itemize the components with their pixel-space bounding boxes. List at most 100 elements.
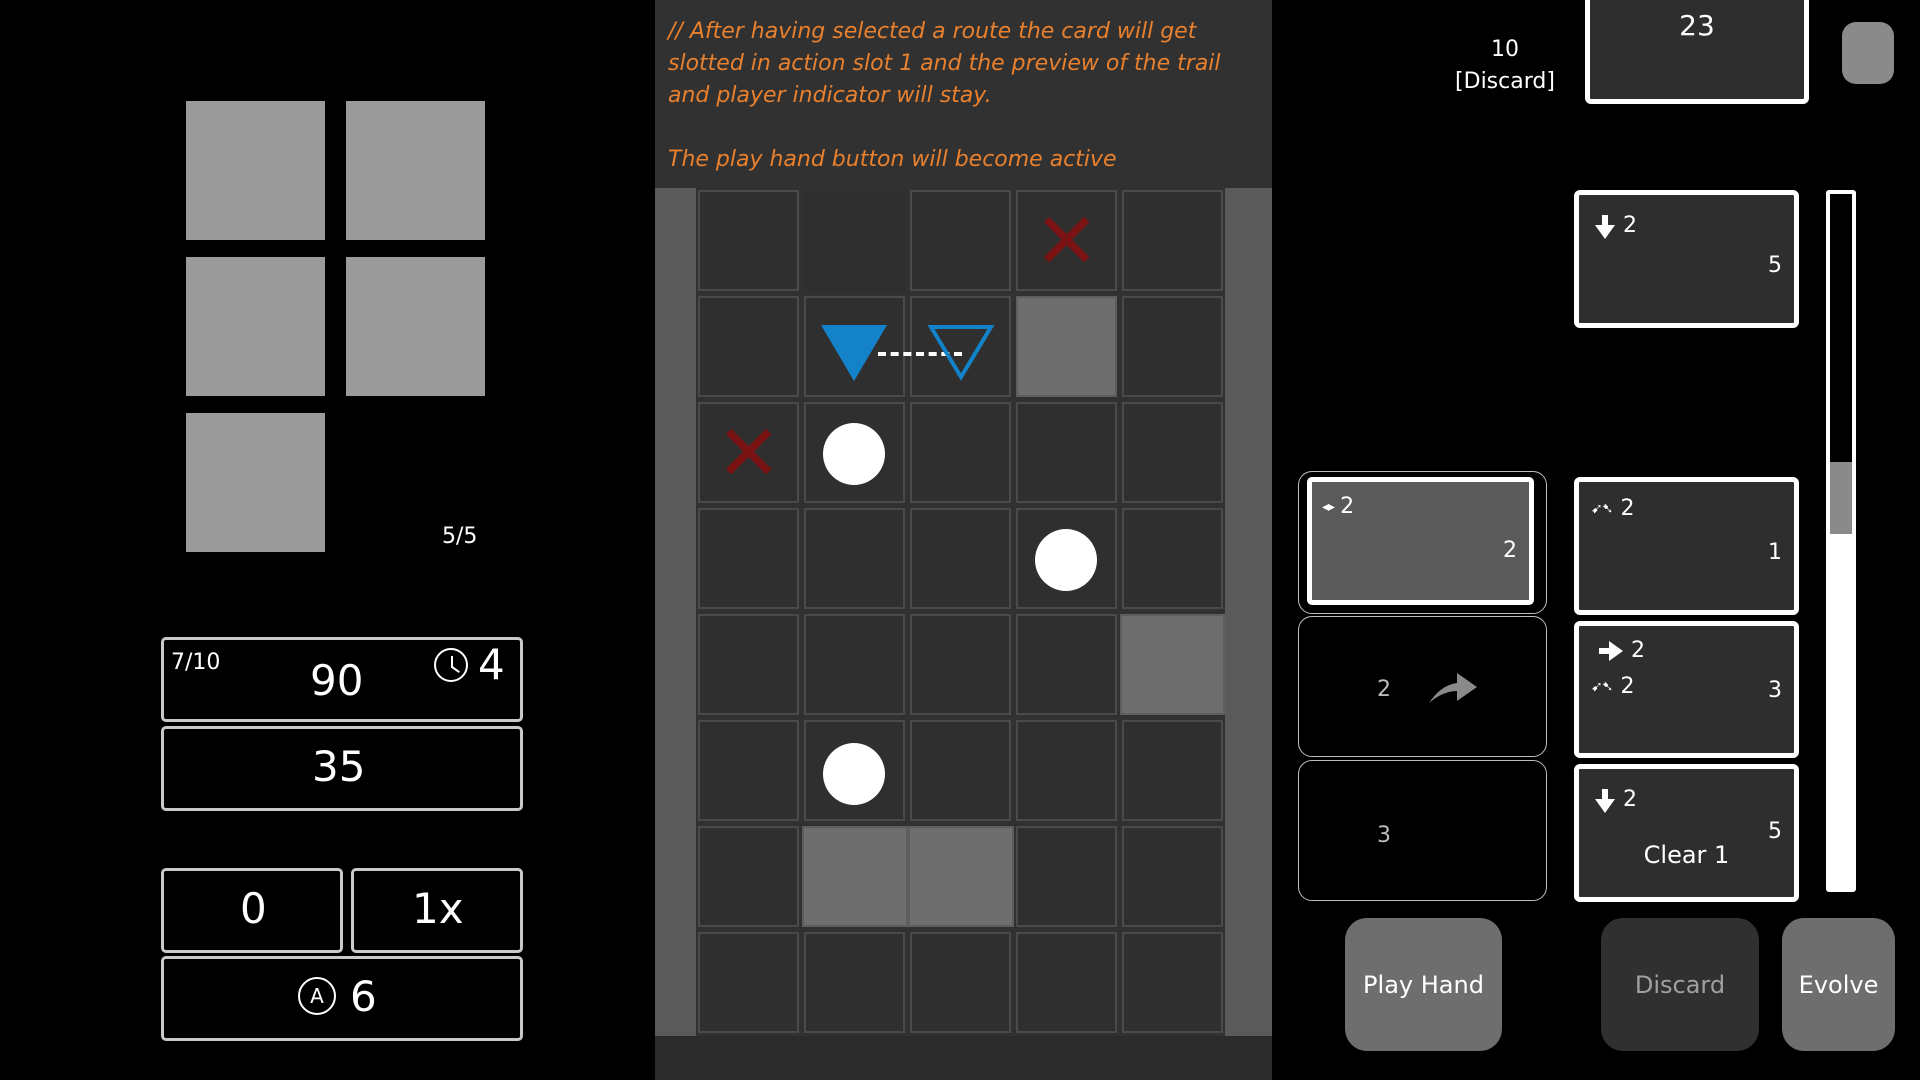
diagonal-arrows-icon: ➹➷ xyxy=(1591,678,1613,695)
deck-card-back xyxy=(346,257,485,396)
grid-cell-highlight[interactable] xyxy=(1016,296,1117,397)
discard-button[interactable]: Discard xyxy=(1601,918,1759,1051)
hand-card[interactable]: 2 5 xyxy=(1574,190,1799,328)
grid-cell[interactable] xyxy=(1122,508,1223,609)
grid-cell[interactable] xyxy=(1122,190,1223,291)
chips-value: 0 xyxy=(240,884,267,933)
grid-cell[interactable] xyxy=(698,508,799,609)
right-arrow-icon xyxy=(1599,640,1623,661)
board-right-lane xyxy=(1225,188,1272,1036)
evolve-button[interactable]: Evolve xyxy=(1782,918,1895,1051)
card-moves: 2 xyxy=(1623,787,1637,812)
deck-card-back xyxy=(186,413,325,552)
grid-cell[interactable] xyxy=(910,720,1011,821)
discard-pile-counter: 10 [Discard] xyxy=(1440,34,1570,98)
target-value: 35 xyxy=(312,742,366,791)
grid-cell-highlight[interactable] xyxy=(908,826,1014,927)
tutorial-line-1: // After having selected a route the car… xyxy=(668,19,1221,108)
hand-card[interactable]: ➹➷ 2 1 xyxy=(1574,477,1799,615)
slot-number: 3 xyxy=(1377,823,1391,848)
multiplier-value: 1x xyxy=(412,884,464,933)
grid-cell[interactable] xyxy=(804,614,905,715)
action-slot-1[interactable]: ◂▸ 2 2 xyxy=(1298,471,1547,614)
pawn-icon xyxy=(1035,529,1097,591)
timer-value: 4 xyxy=(478,640,505,689)
card-moves-secondary: 2 xyxy=(1620,674,1635,699)
card-cost: 3 xyxy=(1768,678,1782,703)
scrollbar-track-dark xyxy=(1830,194,1852,462)
grid-cell[interactable] xyxy=(910,402,1011,503)
actions-panel: A 6 xyxy=(161,956,523,1041)
draw-pile[interactable]: 23 xyxy=(1585,0,1809,104)
horizontal-arrows-icon: ◂▸ xyxy=(1322,498,1335,515)
card-moves: 2 xyxy=(1620,496,1635,521)
grid-cell[interactable] xyxy=(1122,932,1223,1033)
pawn-icon xyxy=(823,423,885,485)
card-effect: Clear 1 xyxy=(1643,841,1730,869)
grid-cell[interactable] xyxy=(698,296,799,397)
hazard-x-icon: ✕ xyxy=(1034,197,1100,287)
grid-cell[interactable] xyxy=(1016,932,1117,1033)
actions-value: 6 xyxy=(350,972,377,1021)
score-value: 90 xyxy=(310,656,364,705)
action-slot-3[interactable]: 3 xyxy=(1298,760,1547,901)
grid-cell[interactable] xyxy=(910,932,1011,1033)
deck-count: 5/5 xyxy=(442,524,478,549)
grid-cell[interactable] xyxy=(698,190,799,291)
tutorial-note: // After having selected a route the car… xyxy=(668,16,1268,176)
draw-pile-count: 23 xyxy=(1679,9,1715,42)
action-slot-2[interactable]: 2 xyxy=(1298,616,1547,757)
grid-cell[interactable] xyxy=(1016,720,1117,821)
hazard-x-icon: ✕ xyxy=(716,409,782,499)
action-points-icon: A xyxy=(298,977,336,1015)
deck-card-back xyxy=(186,257,325,396)
grid-cell-highlight[interactable] xyxy=(1120,614,1225,715)
grid-cell[interactable] xyxy=(698,932,799,1033)
grid-cell[interactable] xyxy=(910,508,1011,609)
grid-cell[interactable] xyxy=(1122,402,1223,503)
right-arrow-grey-icon xyxy=(1429,673,1477,703)
grid-cell[interactable] xyxy=(698,720,799,821)
chips-panel: 0 xyxy=(161,868,343,953)
down-arrow-icon xyxy=(1595,214,1615,239)
scrollbar-thumb[interactable] xyxy=(1830,462,1852,534)
menu-button[interactable] xyxy=(1842,22,1894,84)
tutorial-line-2: The play hand button will become active xyxy=(668,147,1117,172)
card-moves: 2 xyxy=(1631,638,1645,663)
grid-cell[interactable] xyxy=(804,932,905,1033)
slotted-card[interactable]: ◂▸ 2 2 xyxy=(1307,477,1534,605)
grid-cell[interactable] xyxy=(804,508,905,609)
pawn-icon xyxy=(823,743,885,805)
grid-cell[interactable] xyxy=(698,826,799,927)
board-bottom-strip xyxy=(655,1036,1272,1080)
play-hand-button[interactable]: Play Hand xyxy=(1345,918,1502,1051)
grid-cell[interactable] xyxy=(910,190,1011,291)
card-cost: 5 xyxy=(1768,253,1782,278)
grid-cell[interactable] xyxy=(1122,296,1223,397)
moves-counter: 7/10 xyxy=(171,650,221,675)
grid-cell[interactable] xyxy=(804,190,905,291)
grid-cell[interactable] xyxy=(1016,614,1117,715)
grid-cell-highlight[interactable] xyxy=(802,826,908,927)
clock-icon xyxy=(434,648,468,682)
grid-cell[interactable] xyxy=(1122,826,1223,927)
grid-cell[interactable] xyxy=(910,614,1011,715)
grid-cell[interactable] xyxy=(698,614,799,715)
card-moves: 2 xyxy=(1340,494,1355,519)
deck-card-back xyxy=(346,101,485,240)
target-panel: 35 xyxy=(161,726,523,811)
down-arrow-icon xyxy=(1595,788,1615,813)
card-moves: 2 xyxy=(1623,213,1637,238)
grid-cell[interactable] xyxy=(1016,826,1117,927)
grid-cell[interactable] xyxy=(1122,720,1223,821)
hand-scrollbar[interactable] xyxy=(1826,190,1856,892)
hand-card[interactable]: 2 ➹➷ 2 3 xyxy=(1574,621,1799,758)
card-cost: 2 xyxy=(1503,538,1517,563)
deck-card-back xyxy=(186,101,325,240)
discard-label: [Discard] xyxy=(1455,69,1555,94)
board-left-lane xyxy=(655,188,696,1036)
multiplier-panel: 1x xyxy=(351,868,523,953)
hand-card[interactable]: 2 5 Clear 1 xyxy=(1574,764,1799,902)
grid-cell[interactable] xyxy=(1016,402,1117,503)
player-preview-icon xyxy=(927,325,995,381)
